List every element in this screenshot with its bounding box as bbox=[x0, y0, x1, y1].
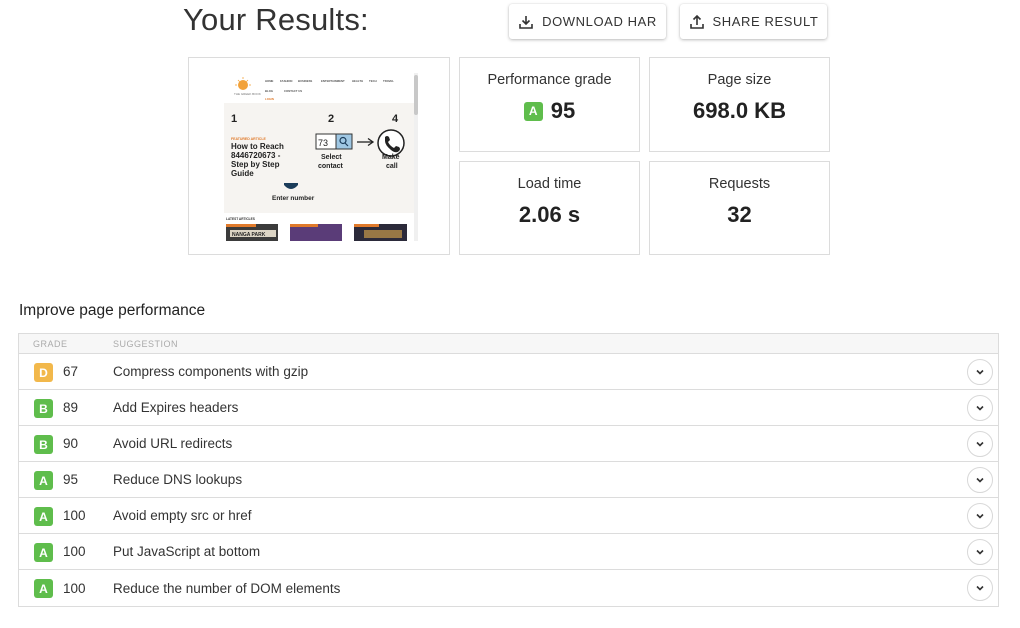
thumbnail-scrollbar bbox=[414, 73, 418, 241]
suggestion-text: Avoid URL redirects bbox=[113, 436, 233, 451]
performance-grade-card: Performance grade A 95 bbox=[459, 57, 640, 152]
thumb-step-1: 1 bbox=[231, 113, 237, 125]
grade-score: 67 bbox=[63, 364, 79, 379]
page-screenshot-thumbnail: THE GREEK BOOK HOME FASHION BUSINESS ENT… bbox=[188, 57, 450, 255]
thumb-make-1: Make bbox=[382, 154, 400, 161]
table-header: GRADE SUGGESTION bbox=[19, 334, 998, 354]
grade-badge: A bbox=[34, 543, 53, 562]
thumb-tag: FEATURED ARTICLE bbox=[231, 137, 266, 141]
thumb-nav-8: CONTACT US bbox=[284, 89, 302, 93]
grade-score: 90 bbox=[63, 436, 79, 451]
grade-score: 89 bbox=[63, 400, 79, 415]
grade-badge: B bbox=[34, 435, 53, 454]
thumb-nav-6: TRAVEL bbox=[383, 79, 394, 83]
table-row[interactable]: A 95 Reduce DNS lookups bbox=[19, 462, 998, 498]
grade-badge: A bbox=[34, 507, 53, 526]
thumbnail-viewport: THE GREEK BOOK HOME FASHION BUSINESS ENT… bbox=[224, 73, 419, 241]
chevron-down-icon bbox=[976, 513, 984, 519]
improve-section-title: Improve page performance bbox=[19, 302, 206, 319]
thumb-nav-4: HEALTH bbox=[352, 79, 363, 83]
thumb-headline-4: Guide bbox=[231, 169, 254, 178]
page-size-label: Page size bbox=[707, 72, 772, 88]
requests-card: Requests 32 bbox=[649, 161, 830, 255]
table-row[interactable]: B 90 Avoid URL redirects bbox=[19, 426, 998, 462]
table-row[interactable]: A 100 Reduce the number of DOM elements bbox=[19, 570, 998, 606]
chevron-down-icon bbox=[976, 441, 984, 447]
suggestion-text: Compress components with gzip bbox=[113, 364, 309, 379]
table-row[interactable]: A 100 Avoid empty src or href bbox=[19, 498, 998, 534]
thumb-nav-2: BUSINESS bbox=[298, 79, 312, 83]
thumb-select-1: Select bbox=[321, 154, 342, 161]
grade-badge: D bbox=[34, 363, 53, 382]
expand-row-button[interactable] bbox=[967, 431, 993, 457]
thumb-step-4: 4 bbox=[392, 113, 399, 125]
table-row[interactable]: D 67 Compress components with gzip bbox=[19, 354, 998, 390]
grade-score: 100 bbox=[63, 544, 86, 559]
thumb-headline-2: 8446720673 - bbox=[231, 151, 281, 160]
share-result-button[interactable]: SHARE RESULT bbox=[680, 4, 827, 39]
load-time-card: Load time 2.06 s bbox=[459, 161, 640, 255]
thumb-nav-0: HOME bbox=[265, 79, 274, 83]
download-icon bbox=[519, 15, 533, 29]
thumb-headline-1: How to Reach bbox=[231, 142, 284, 151]
requests-value: 32 bbox=[727, 202, 752, 227]
expand-row-button[interactable] bbox=[967, 395, 993, 421]
performance-grade-value: 95 bbox=[550, 98, 576, 123]
column-header-suggestion: SUGGESTION bbox=[113, 339, 179, 349]
page-size-value: 698.0 KB bbox=[693, 98, 786, 123]
expand-row-button[interactable] bbox=[967, 467, 993, 493]
chevron-down-icon bbox=[976, 549, 984, 555]
grade-badge: B bbox=[34, 399, 53, 418]
performance-grade-label: Performance grade bbox=[487, 72, 612, 88]
expand-row-button[interactable] bbox=[967, 539, 993, 565]
suggestion-text: Put JavaScript at bottom bbox=[113, 544, 261, 559]
page-title: Your Results: bbox=[183, 2, 369, 37]
thumb-latest: LATEST ARTICLES bbox=[226, 217, 255, 221]
chevron-down-icon bbox=[976, 477, 984, 483]
expand-row-button[interactable] bbox=[967, 359, 993, 385]
requests-label: Requests bbox=[708, 176, 771, 192]
thumb-nav-9: LOGIN bbox=[265, 97, 274, 101]
thumb-nav-5: TECH bbox=[369, 79, 377, 83]
expand-row-button[interactable] bbox=[967, 503, 993, 529]
thumb-make-2: call bbox=[386, 163, 398, 170]
share-icon bbox=[689, 14, 704, 29]
expand-row-button[interactable] bbox=[967, 575, 993, 601]
suggestion-text: Avoid empty src or href bbox=[113, 508, 252, 523]
thumb-article-text: NANGA PARK bbox=[232, 232, 266, 238]
suggestion-text: Reduce the number of DOM elements bbox=[113, 580, 341, 596]
chevron-down-icon bbox=[976, 405, 984, 411]
suggestion-text: Add Expires headers bbox=[113, 400, 239, 415]
download-har-button[interactable]: DOWNLOAD HAR bbox=[509, 4, 666, 39]
download-har-label: DOWNLOAD HAR bbox=[542, 14, 657, 29]
grade-badge: A bbox=[34, 471, 53, 490]
thumb-input-digits: 73 bbox=[318, 138, 328, 148]
thumb-nav-3: ENTERTAINMENT bbox=[321, 79, 345, 83]
grade-score: 100 bbox=[63, 580, 86, 596]
suggestions-table: GRADE SUGGESTION D 67 Compress components … bbox=[18, 333, 999, 607]
thumb-step-2: 2 bbox=[328, 113, 334, 125]
page-size-card: Page size 698.0 KB bbox=[649, 57, 830, 152]
site-logo-text: THE GREEK BOOK bbox=[234, 92, 261, 96]
chevron-down-icon bbox=[976, 369, 984, 375]
table-row[interactable]: B 89 Add Expires headers bbox=[19, 390, 998, 426]
thumb-nav-1: FASHION bbox=[280, 79, 292, 83]
load-time-label: Load time bbox=[517, 176, 582, 192]
grade-score: 100 bbox=[63, 508, 86, 523]
grade-score: 95 bbox=[63, 472, 79, 487]
thumb-headline-3: Step by Step bbox=[231, 160, 280, 169]
column-header-grade: GRADE bbox=[33, 339, 68, 349]
grade-badge: A bbox=[34, 579, 53, 598]
load-time-value: 2.06 s bbox=[518, 202, 581, 227]
thumb-enter-label: Enter number bbox=[272, 195, 315, 202]
chevron-down-icon bbox=[976, 585, 984, 591]
share-result-label: SHARE RESULT bbox=[712, 14, 819, 29]
table-row[interactable]: A 100 Put JavaScript at bottom bbox=[19, 534, 998, 570]
thumb-select-2: contact bbox=[318, 163, 344, 170]
suggestion-text: Reduce DNS lookups bbox=[113, 472, 243, 487]
thumb-nav-7: BLOG bbox=[265, 89, 273, 93]
grade-badge: A bbox=[523, 101, 543, 121]
